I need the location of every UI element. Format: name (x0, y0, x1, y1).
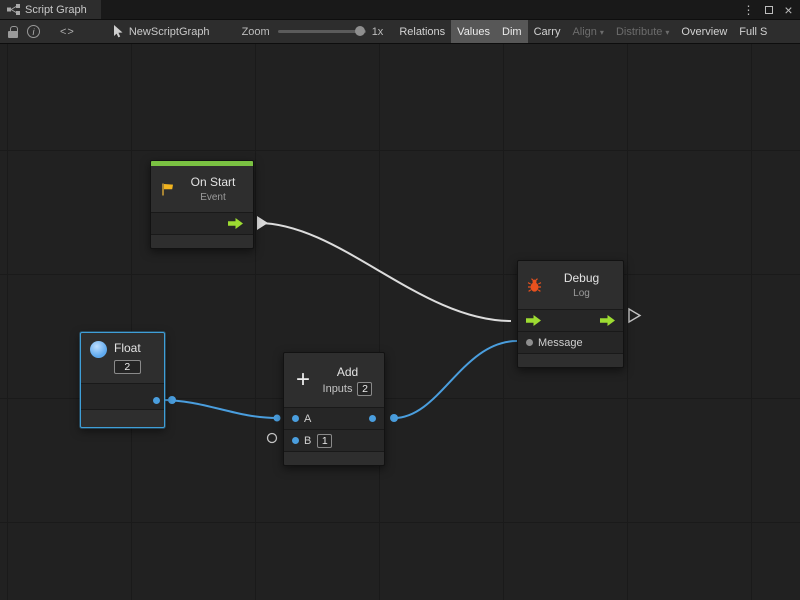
node-titles: Add Inputs 2 (320, 365, 375, 396)
zoom-value: 1x (372, 26, 384, 38)
node-titles: On Start Event (182, 175, 244, 203)
input-port-b[interactable] (292, 437, 299, 444)
chevron-down-icon: ▾ (600, 28, 604, 37)
wire-add-to-debug-message[interactable] (394, 341, 517, 418)
toolbar-button-distribute[interactable]: Distribute▾ (610, 20, 675, 44)
node-on-start[interactable]: On Start Event (150, 160, 254, 249)
unity-window: Script Graph ⋮ × i <> NewScriptGraph Zoo… (0, 0, 800, 600)
close-icon[interactable]: × (780, 2, 797, 18)
flow-output-port[interactable] (600, 315, 615, 326)
flow-output-port[interactable] (228, 218, 243, 229)
wire-float-to-add-a[interactable] (161, 400, 277, 418)
node-footer (284, 451, 384, 465)
maximize-icon[interactable] (760, 2, 777, 18)
button-label: Full S (739, 26, 767, 38)
node-header: On Start Event (151, 166, 253, 212)
node-title: Float (114, 341, 141, 355)
graph-name[interactable]: NewScriptGraph (113, 25, 210, 38)
toolbar-button-carry[interactable]: Carry (528, 20, 567, 44)
graph-toolbar: i <> NewScriptGraph Zoom 1x Relations Va… (0, 20, 800, 44)
node-float[interactable]: Float 2 (80, 332, 165, 428)
node-header: Float 2 (81, 333, 164, 383)
wire-flow-onstart-to-debug[interactable] (258, 223, 511, 321)
port-row (151, 212, 253, 234)
code-icon[interactable]: <> (60, 26, 75, 38)
node-debug-log[interactable]: Debug Log Message (517, 260, 624, 368)
node-footer (81, 409, 164, 423)
button-label: Relations (399, 26, 445, 38)
flow-arrow-start (257, 216, 268, 230)
button-label: Values (457, 26, 490, 38)
add-icon: + (293, 370, 313, 390)
button-label: Dim (502, 26, 522, 38)
zoom-slider[interactable] (278, 30, 366, 33)
port-row (81, 383, 164, 409)
node-title: On Start (191, 175, 236, 189)
wire-endpoint-dot[interactable] (390, 414, 398, 422)
output-port-sum[interactable] (369, 415, 376, 422)
cursor-icon (113, 25, 124, 38)
info-icon[interactable]: i (27, 25, 40, 38)
node-titles: Float 2 (114, 341, 141, 374)
port-row-a: A (284, 407, 384, 429)
wire-endpoint-dot[interactable] (274, 415, 281, 422)
tab-bar: Script Graph ⋮ × (0, 0, 800, 20)
script-graph-icon (7, 4, 20, 15)
node-title: Debug (564, 271, 599, 285)
bug-icon (527, 278, 542, 293)
chevron-down-icon: ▾ (665, 28, 669, 37)
graph-canvas[interactable]: On Start Event Float 2 (0, 44, 800, 600)
button-label: Align (572, 26, 596, 38)
window-controls: ⋮ × (740, 0, 800, 19)
toolbar-button-fullscreen[interactable]: Full S (733, 20, 773, 44)
node-header: + Add Inputs 2 (284, 353, 384, 407)
node-subtitle: Log (573, 288, 590, 299)
node-footer (151, 234, 253, 248)
flow-continuation-arrow (629, 309, 640, 322)
input-port-a[interactable] (292, 415, 299, 422)
inputs-label: Inputs (323, 383, 353, 395)
float-icon (90, 341, 107, 358)
node-title: Add (337, 365, 358, 379)
port-row-b: B 1 (284, 429, 384, 451)
zoom-slider-knob[interactable] (355, 26, 365, 36)
float-value-field[interactable]: 2 (114, 360, 141, 374)
node-titles: Debug Log (549, 271, 614, 299)
port-b-value-field[interactable]: 1 (317, 434, 332, 448)
message-label: Message (538, 337, 583, 349)
button-label: Carry (534, 26, 561, 38)
button-label: Overview (681, 26, 727, 38)
lock-icon[interactable] (8, 26, 18, 38)
flow-port-row (518, 309, 623, 331)
graph-name-label: NewScriptGraph (129, 26, 210, 38)
toolbar-button-dim[interactable]: Dim (496, 20, 528, 44)
tab-script-graph[interactable]: Script Graph (0, 0, 101, 19)
message-port-row: Message (518, 331, 623, 353)
toolbar-button-align[interactable]: Align ▾ (566, 20, 609, 44)
tab-label: Script Graph (25, 4, 87, 16)
port-a-label: A (304, 413, 311, 425)
node-add[interactable]: + Add Inputs 2 A B 1 (283, 352, 385, 466)
toolbar-button-values[interactable]: Values (451, 20, 496, 44)
wire-layer (0, 44, 800, 600)
tab-bar-empty (101, 0, 740, 19)
menu-icon[interactable]: ⋮ (740, 2, 757, 18)
node-header: Debug Log (518, 261, 623, 309)
inputs-count-field[interactable]: 2 (357, 382, 372, 396)
unconnected-port-circle[interactable] (268, 434, 277, 443)
message-input-port[interactable] (526, 339, 533, 346)
toolbar-button-overview[interactable]: Overview (675, 20, 733, 44)
maximize-glyph (765, 6, 773, 14)
value-output-port[interactable] (153, 397, 160, 404)
button-label: Distribute (616, 26, 662, 38)
node-footer (518, 353, 623, 367)
flag-icon (160, 182, 175, 197)
flow-input-port[interactable] (526, 315, 541, 326)
toolbar-button-relations[interactable]: Relations (393, 20, 451, 44)
port-b-label: B (304, 435, 311, 447)
zoom-label: Zoom (242, 26, 270, 38)
node-subtitle: Event (200, 192, 226, 203)
wire-endpoint-dot[interactable] (168, 396, 176, 404)
